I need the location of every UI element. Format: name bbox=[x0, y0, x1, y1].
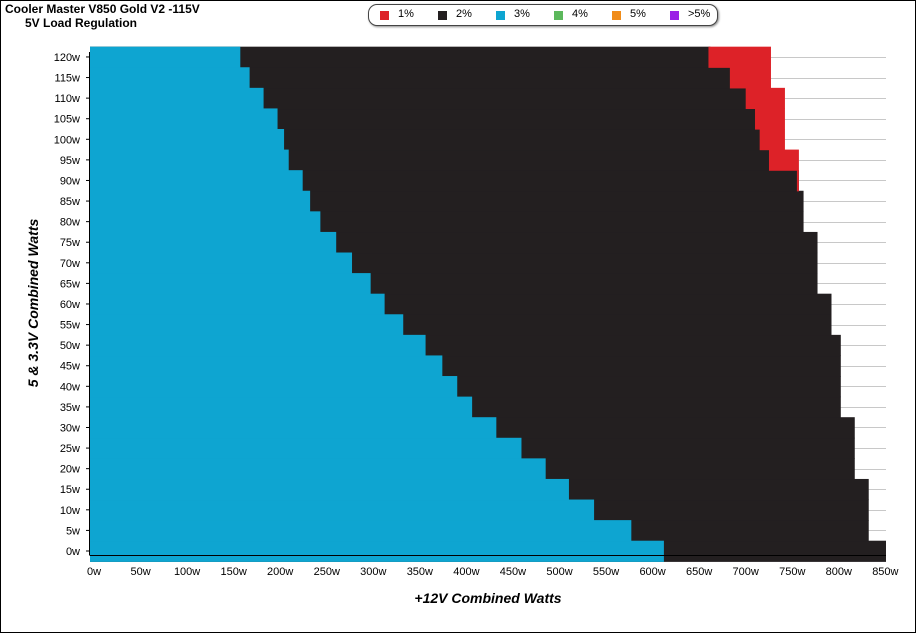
y-tick-labels: 0w 5w 10w 15w 20w 25w 30w 35w 40w 45w 50w 55w 60w 65w… bbox=[54, 52, 90, 558]
y-tick-label: 100w bbox=[54, 134, 80, 146]
y-tick-label: 70w bbox=[60, 258, 80, 270]
y-tick-label: 105w bbox=[54, 114, 80, 126]
x-tick-label: 750w bbox=[779, 566, 805, 578]
y-tick-label: 110w bbox=[55, 93, 81, 105]
x-tick-label: 50w bbox=[130, 566, 150, 578]
cell-3pct-row bbox=[90, 170, 303, 192]
y-tick-label: 85w bbox=[60, 196, 80, 208]
cell-3pct-row bbox=[90, 396, 473, 418]
y-tick-label: 80w bbox=[60, 217, 80, 229]
cell-3pct-row bbox=[90, 46, 241, 68]
cell-3pct-row bbox=[90, 458, 546, 480]
cell-3pct-row bbox=[90, 314, 404, 336]
x-tick-label: 850w bbox=[872, 566, 898, 578]
y-tick-label: 30w bbox=[60, 422, 80, 434]
cell-3pct-row bbox=[90, 129, 285, 151]
cell-3pct-row bbox=[90, 211, 321, 233]
y-tick-label: 50w bbox=[60, 340, 80, 352]
cell-3pct-row bbox=[90, 540, 664, 562]
cell-3pct-row bbox=[90, 252, 353, 274]
cell-3pct-row bbox=[90, 437, 522, 459]
cell-3pct-row bbox=[90, 478, 569, 501]
cell-1pct-row bbox=[729, 67, 771, 89]
x-tick-label: 0w bbox=[87, 566, 101, 578]
cell-3pct-row bbox=[90, 355, 443, 377]
x-tick-label: 500w bbox=[546, 566, 572, 578]
x-tick-label: 450w bbox=[500, 566, 526, 578]
y-tick-label: 25w bbox=[60, 443, 80, 455]
cell-3pct-row bbox=[90, 273, 371, 295]
cell-3pct-row bbox=[90, 149, 289, 171]
y-tick-label: 10w bbox=[60, 505, 80, 517]
y-tick-label: 65w bbox=[60, 278, 80, 290]
x-tick-label: 550w bbox=[593, 566, 619, 578]
x-tick-label: 600w bbox=[639, 566, 665, 578]
x-tick-label: 650w bbox=[686, 566, 712, 578]
load-regulation-chart: 0w 5w 10w 15w 20w 25w 30w 35w 40w 45w 50w 55w 60w 65w… bbox=[25, 46, 899, 606]
y-tick-label: 20w bbox=[60, 464, 80, 476]
x-tick-label: 300w bbox=[360, 566, 386, 578]
cell-3pct-row bbox=[90, 376, 458, 398]
cell-3pct-row bbox=[90, 334, 426, 357]
y-tick-label: 55w bbox=[60, 320, 80, 332]
x-tick-label: 200w bbox=[267, 566, 293, 578]
cell-3pct-row bbox=[90, 190, 311, 212]
cell-3pct-row bbox=[90, 499, 595, 521]
x-tick-label: 150w bbox=[221, 566, 247, 578]
x-tick-label: 100w bbox=[174, 566, 200, 578]
cell-3pct-row bbox=[90, 67, 250, 89]
y-tick-label: 75w bbox=[60, 237, 80, 249]
x-tick-label: 250w bbox=[314, 566, 340, 578]
cell-3pct-row bbox=[90, 417, 497, 439]
x-tick-labels: 0w 50w 100w 150w 200w 250w 300w 350w 400w 450w 500… bbox=[87, 566, 899, 578]
x-tick-label: 700w bbox=[733, 566, 759, 578]
cell-1pct-row bbox=[796, 170, 799, 192]
y-tick-label: 60w bbox=[60, 299, 80, 311]
y-tick-label: 0w bbox=[66, 546, 80, 558]
x-tick-label: 350w bbox=[407, 566, 433, 578]
cell-1pct-row bbox=[755, 108, 785, 130]
cell-1pct-row bbox=[768, 149, 799, 171]
y-tick-label: 120w bbox=[54, 52, 80, 64]
y-tick-label: 45w bbox=[60, 361, 80, 373]
y-tick-label: 90w bbox=[60, 175, 80, 187]
cell-3pct-row bbox=[90, 108, 278, 130]
y-tick-label: 15w bbox=[60, 484, 80, 496]
data-cells bbox=[90, 46, 886, 562]
cell-3pct-row bbox=[90, 231, 337, 254]
cell-1pct-row bbox=[759, 129, 785, 151]
y-tick-label: 35w bbox=[60, 402, 80, 414]
cell-1pct-row bbox=[745, 87, 785, 110]
cell-1pct-row bbox=[708, 46, 771, 68]
cell-3pct-row bbox=[90, 520, 632, 542]
y-tick-label: 115w bbox=[55, 73, 81, 85]
y-tick-label: 95w bbox=[60, 155, 80, 167]
x-tick-label: 400w bbox=[453, 566, 479, 578]
y-tick-label: 40w bbox=[60, 381, 80, 393]
cell-3pct-row bbox=[90, 87, 264, 110]
x-tick-label: 800w bbox=[826, 566, 852, 578]
y-axis-title: 5 & 3.3V Combined Watts bbox=[25, 219, 41, 388]
cell-3pct-row bbox=[90, 293, 385, 315]
y-tick-label: 5w bbox=[66, 525, 80, 537]
x-axis-title: +12V Combined Watts bbox=[414, 590, 561, 606]
